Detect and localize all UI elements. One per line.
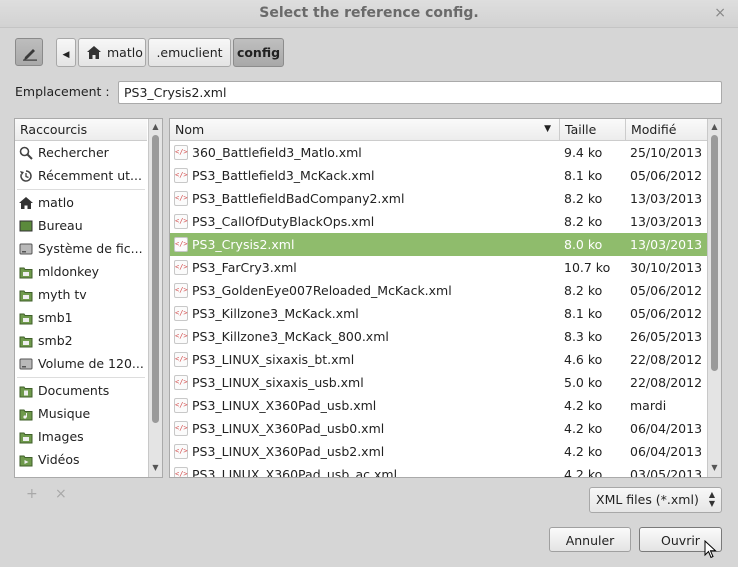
mouse-cursor-icon <box>704 540 717 559</box>
places-scrollbar[interactable]: ▲ ▼ <box>148 119 162 477</box>
cancel-button[interactable]: Annuler <box>549 527 631 552</box>
table-row[interactable]: </> PS3_LINUX_sixaxis_bt.xml 4.6 ko 22/08/2… <box>170 348 707 371</box>
folder-icon <box>19 267 33 279</box>
file-list-scroll-thumb[interactable] <box>711 135 718 371</box>
table-row[interactable]: </> PS3_CallOfDutyBlackOps.xml 8.2 ko 13/03… <box>170 210 707 233</box>
sidebar-item-smb2[interactable]: smb2 <box>15 330 147 352</box>
path-segment-label: matlo <box>107 45 143 60</box>
drive-icon <box>19 358 33 370</box>
location-input[interactable] <box>118 81 722 104</box>
xml-file-icon: </> <box>174 260 188 275</box>
xml-file-icon: </> <box>174 283 188 298</box>
add-bookmark-icon[interactable]: + <box>26 486 38 502</box>
path-back-button[interactable]: ◀ <box>56 38 76 67</box>
videos-icon <box>19 455 33 467</box>
scroll-down-icon[interactable]: ▼ <box>708 462 721 474</box>
column-header-name[interactable]: Nom ▼ <box>170 119 560 141</box>
close-icon[interactable]: × <box>714 5 726 21</box>
sidebar-item-music[interactable]: Musique <box>15 403 147 425</box>
sidebar-item-desktop[interactable]: Bureau <box>15 215 147 237</box>
xml-file-icon: </> <box>174 444 188 459</box>
places-scroll-thumb[interactable] <box>152 135 159 423</box>
places-separator <box>17 377 145 378</box>
table-row[interactable]: </> PS3_Killzone3_McKack_800.xml 8.3 ko 26/… <box>170 325 707 348</box>
desktop-icon <box>19 220 33 232</box>
sidebar-item-documents[interactable]: Documents <box>15 380 147 402</box>
file-list: Nom ▼ Taille Modifié </> 360_Battlefield3… <box>169 118 722 478</box>
path-segment-config[interactable]: config <box>233 38 284 67</box>
places-separator <box>17 189 145 190</box>
xml-file-icon: </> <box>174 352 188 367</box>
sidebar-item-filesystem[interactable]: Système de fic... <box>15 238 147 260</box>
xml-file-icon: </> <box>174 191 188 206</box>
scroll-down-icon[interactable]: ▼ <box>149 462 162 474</box>
sidebar-item-smb1[interactable]: smb1 <box>15 307 147 329</box>
xml-file-icon: </> <box>174 398 188 413</box>
music-icon <box>19 409 33 421</box>
folder-icon <box>19 313 33 325</box>
sidebar-item-home[interactable]: matlo <box>15 192 147 214</box>
xml-file-icon: </> <box>174 237 188 252</box>
table-row[interactable]: </> PS3_BattlefieldBadCompany2.xml 8.2 ko 1… <box>170 187 707 210</box>
path-segment-home[interactable]: matlo <box>78 38 146 67</box>
table-row[interactable]: </> PS3_FarCry3.xml 10.7 ko 30/10/2013 <box>170 256 707 279</box>
table-row[interactable]: </> PS3_LINUX_X360Pad_usb.xml 4.2 ko mardi <box>170 394 707 417</box>
sidebar-item-volume[interactable]: Volume de 120... <box>15 353 147 375</box>
places-actions: + × <box>14 484 163 506</box>
xml-file-icon: </> <box>174 421 188 436</box>
pictures-icon <box>19 432 33 444</box>
places-header: Raccourcis <box>15 119 147 141</box>
places-sidebar: Raccourcis Rechercher Récemment ut... ma… <box>14 118 163 478</box>
home-icon <box>19 197 33 209</box>
search-icon <box>19 146 33 160</box>
type-location-toggle-button[interactable] <box>15 38 43 66</box>
window-title: Select the reference config. <box>259 5 479 21</box>
table-row[interactable]: </> PS3_Killzone3_McKack.xml 8.1 ko 05/06/2… <box>170 302 707 325</box>
sidebar-item-mldonkey[interactable]: mldonkey <box>15 261 147 283</box>
updown-arrows-icon: ▲ ▼ <box>708 490 715 508</box>
xml-file-icon: </> <box>174 145 188 160</box>
sidebar-item-mythtv[interactable]: myth tv <box>15 284 147 306</box>
table-row[interactable]: </> PS3_LINUX_sixaxis_usb.xml 5.0 ko 22/08/… <box>170 371 707 394</box>
scroll-up-icon[interactable]: ▲ <box>149 121 162 133</box>
column-header-size[interactable]: Taille <box>560 119 626 141</box>
file-list-scrollbar[interactable]: ▲ ▼ <box>707 119 721 477</box>
path-segment-emuclient[interactable]: .emuclient <box>148 38 231 67</box>
xml-file-icon: </> <box>174 168 188 183</box>
sidebar-item-recent[interactable]: Récemment ut... <box>15 165 147 187</box>
folder-icon <box>19 290 33 302</box>
table-row[interactable]: </> 360_Battlefield3_Matlo.xml 9.4 ko 25/10… <box>170 141 707 164</box>
sidebar-item-videos[interactable]: Vidéos <box>15 449 147 471</box>
home-icon <box>87 46 101 59</box>
folder-icon <box>19 336 33 348</box>
table-row[interactable]: </> PS3_LINUX_X360Pad_usb0.xml 4.2 ko 06/04… <box>170 417 707 440</box>
sidebar-item-search[interactable]: Rechercher <box>15 142 147 164</box>
title-bar: Select the reference config. × <box>0 0 738 28</box>
table-row[interactable]: </> PS3_LINUX_X360Pad_usb_ac.xml 4.2 ko 03/… <box>170 463 707 477</box>
recent-icon <box>20 170 32 182</box>
xml-file-icon: </> <box>174 329 188 344</box>
documents-icon <box>19 386 33 398</box>
xml-file-icon: </> <box>174 214 188 229</box>
pencil-icon <box>23 49 37 61</box>
sidebar-item-pictures[interactable]: Images <box>15 426 147 448</box>
chevron-left-icon: ◀ <box>62 50 70 60</box>
remove-bookmark-icon[interactable]: × <box>55 486 67 502</box>
xml-file-icon: </> <box>174 375 188 390</box>
table-row-selected[interactable]: </> PS3_Crysis2.xml 8.0 ko 13/03/2013 <box>170 233 707 256</box>
xml-file-icon: </> <box>174 306 188 321</box>
table-row[interactable]: </> PS3_GoldenEye007Reloaded_McKack.xml 8.… <box>170 279 707 302</box>
column-header-modified[interactable]: Modifié <box>626 119 708 141</box>
scroll-up-icon[interactable]: ▲ <box>708 121 721 133</box>
table-row[interactable]: </> PS3_Battlefield3_McKack.xml 8.1 ko 05/0… <box>170 164 707 187</box>
file-type-filter-select[interactable]: XML files (*.xml) ▲ ▼ <box>589 487 722 513</box>
table-row[interactable]: </> PS3_LINUX_X360Pad_usb2.xml 4.2 ko 06/04… <box>170 440 707 463</box>
location-label: Emplacement : <box>15 84 110 99</box>
drive-icon <box>19 243 33 255</box>
sort-descending-icon: ▼ <box>544 124 551 134</box>
xml-file-icon: </> <box>174 467 188 477</box>
